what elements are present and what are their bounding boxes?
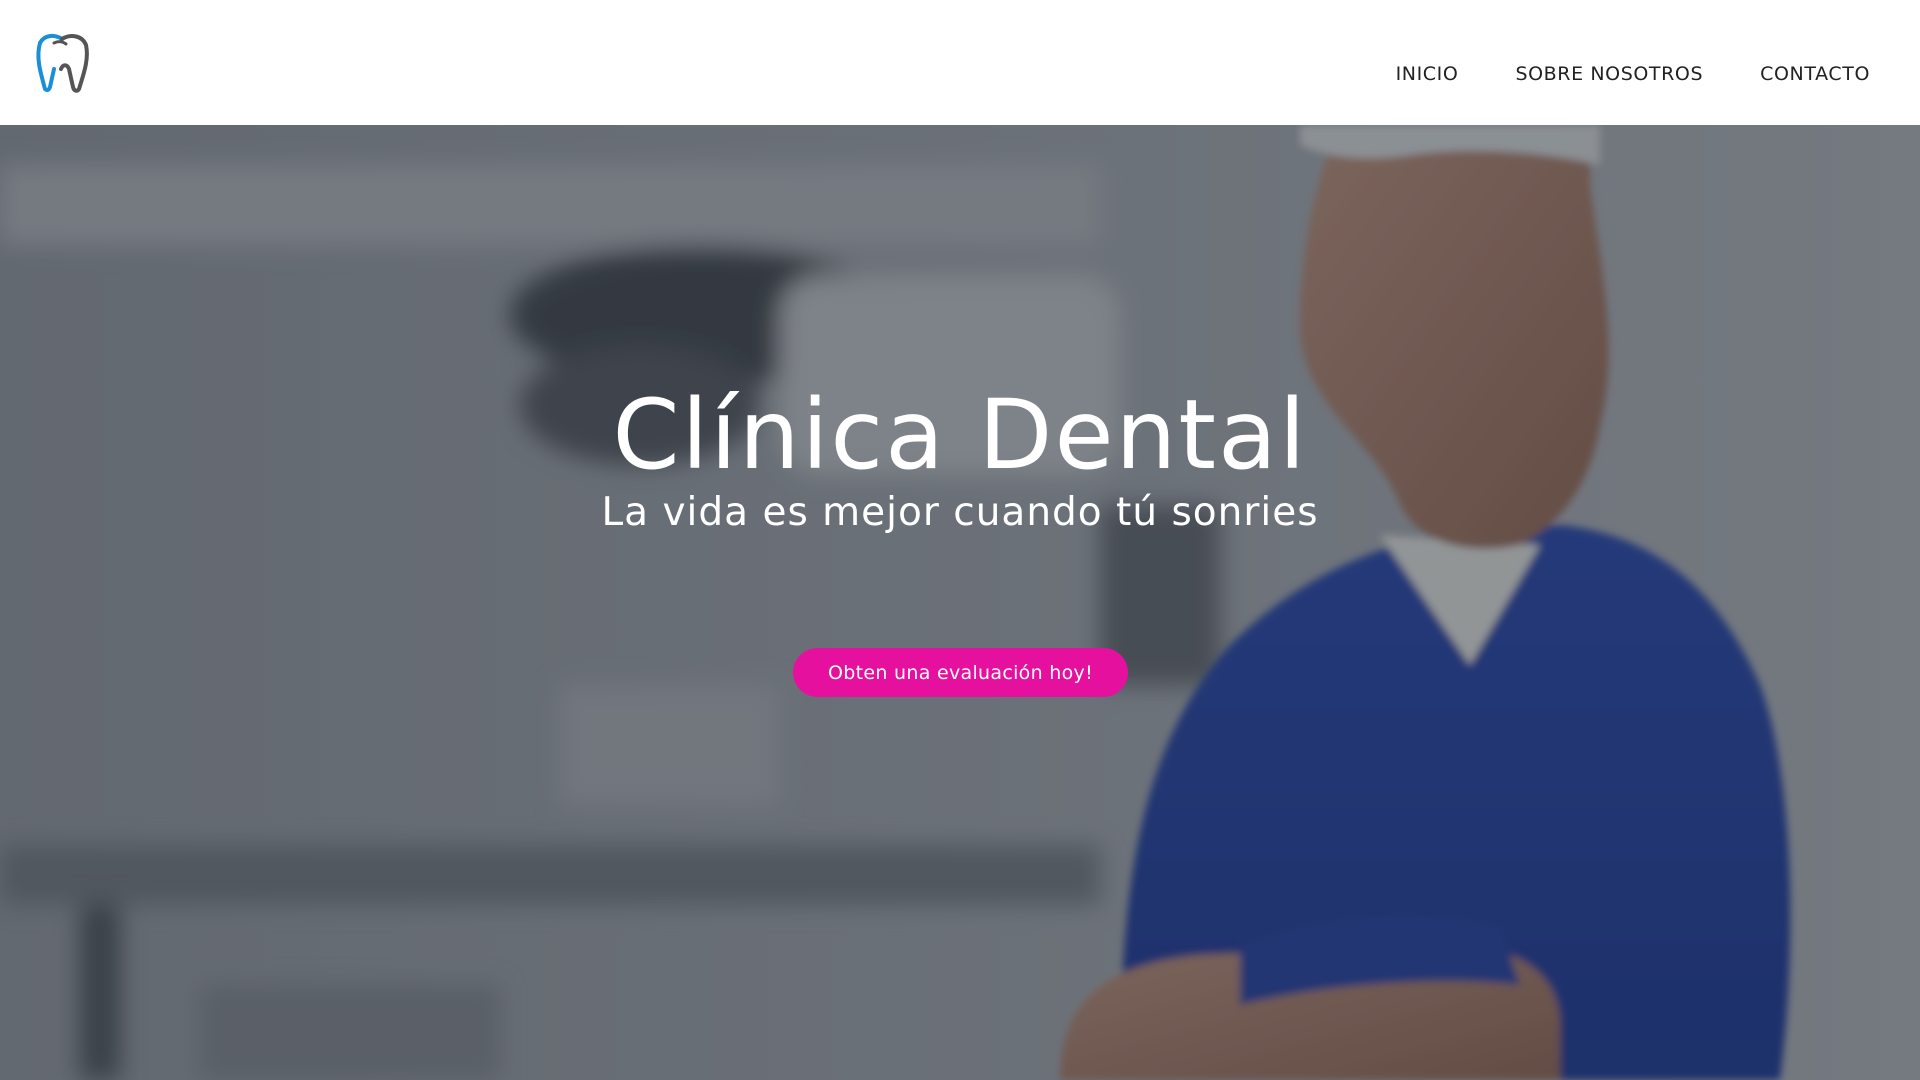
nav-item-contacto[interactable]: CONTACTO xyxy=(1760,63,1870,85)
hero-content: Clínica Dental La vida es mejor cuando t… xyxy=(0,125,1920,1080)
hero-subtitle: La vida es mejor cuando tú sonries xyxy=(601,490,1319,535)
nav-item-sobre-nosotros[interactable]: SOBRE NOSOTROS xyxy=(1515,63,1703,85)
hero-section: Clínica Dental La vida es mejor cuando t… xyxy=(0,125,1920,1080)
hero-title: Clínica Dental xyxy=(612,379,1308,491)
evaluation-cta-button[interactable]: Obten una evaluación hoy! xyxy=(793,648,1128,697)
nav-item-inicio[interactable]: INICIO xyxy=(1396,63,1459,85)
tooth-icon[interactable] xyxy=(32,31,92,93)
main-nav: INICIO SOBRE NOSOTROS CONTACTO xyxy=(1396,63,1870,85)
site-header: INICIO SOBRE NOSOTROS CONTACTO xyxy=(0,0,1920,125)
